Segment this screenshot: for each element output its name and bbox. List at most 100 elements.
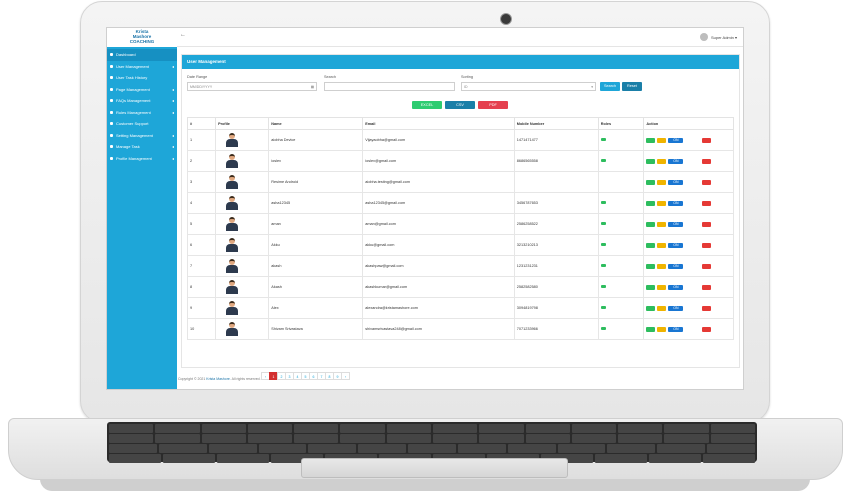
edit-icon[interactable] [657,305,667,311]
row-number: 10 [186,318,217,340]
status-toggle[interactable]: ON [668,158,684,164]
action-cell: ON [643,129,734,151]
date-range-label: Date Range [187,75,208,79]
status-toggle[interactable]: ON [668,242,684,248]
menu-icon [110,133,113,137]
delete-icon[interactable] [702,242,712,248]
action-cell: ON [643,276,734,298]
brand-logo: Krista Mashore COACHING [107,28,177,47]
edit-icon[interactable] [657,284,667,290]
status-toggle[interactable]: ON [668,263,684,269]
pdf-button[interactable]: PDF [478,101,508,109]
date-range-input[interactable]: MM/DD/YYYY ▦ [187,82,317,91]
key [507,444,556,453]
roles-icon[interactable] [600,243,606,246]
user-menu[interactable]: Super Admin ▾ [699,33,737,41]
edit-icon[interactable] [657,158,667,164]
user-name: Resime Android [268,171,364,193]
key [618,434,663,443]
user-email: akashpaw@gmail.com [362,255,515,277]
chevron-left-icon: ◂ [171,98,174,104]
roles-icon[interactable] [600,285,606,288]
delete-icon[interactable] [702,263,712,269]
menu-icon [110,76,113,80]
user-name: Akku [268,234,364,256]
laptop-deck [8,418,843,480]
edit-icon[interactable] [657,179,667,185]
search-button[interactable]: Search [600,82,620,91]
sidebar-item[interactable]: Customer Support [107,118,177,130]
excel-button[interactable]: EXCEL [412,101,442,109]
key [479,434,524,443]
status-toggle[interactable]: ON [668,200,684,206]
view-icon[interactable] [646,179,656,185]
sidebar-item[interactable]: Profile Management ◂ [107,153,177,165]
csv-button[interactable]: CSV [445,101,475,109]
calendar-icon[interactable]: ▦ [311,83,314,92]
delete-icon[interactable] [702,326,712,332]
user-email: akku@gmail.com [362,234,515,256]
key [386,424,431,433]
roles-cell [597,150,645,172]
view-icon[interactable] [646,263,656,269]
roles-icon[interactable] [600,222,606,225]
user-mobile: 2582582580 [513,276,599,298]
sorting-select[interactable]: ID ▾ [461,82,596,91]
edit-icon[interactable] [657,221,667,227]
avatar [226,301,239,315]
avatar-body [226,265,239,273]
avatar [226,259,239,273]
delete-icon[interactable] [702,137,712,143]
edit-icon[interactable] [657,263,667,269]
sidebar-item[interactable]: FAQs Management ◂ [107,95,177,107]
delete-icon[interactable] [702,284,712,290]
roles-icon[interactable] [600,327,606,330]
view-icon[interactable] [646,242,656,248]
delete-icon[interactable] [702,200,712,206]
topbar: ← Super Admin ▾ [177,28,743,47]
sidebar-item[interactable]: Rules Management ◂ [107,107,177,119]
search-input[interactable] [324,82,455,91]
sidebar-item-label: User Management [116,63,149,69]
roles-icon[interactable] [600,159,606,162]
sidebar-item[interactable]: Page Management ◂ [107,84,177,96]
status-toggle[interactable]: ON [668,137,684,143]
reset-button[interactable]: Reset [622,82,642,91]
back-arrow-icon[interactable]: ← [180,32,186,38]
status-toggle[interactable]: ON [668,305,684,311]
footer-brand-link[interactable]: Krista Mashore. [206,377,231,381]
user-name: Shivam Srivastava [268,318,364,340]
delete-icon[interactable] [702,221,712,227]
roles-icon[interactable] [600,306,606,309]
roles-icon[interactable] [600,138,606,141]
roles-icon[interactable] [600,201,606,204]
view-icon[interactable] [646,284,656,290]
sidebar-item[interactable]: User Task History [107,72,177,84]
view-icon[interactable] [646,200,656,206]
status-toggle[interactable]: ON [668,284,684,290]
view-icon[interactable] [646,158,656,164]
roles-icon[interactable] [600,264,606,267]
sidebar-item[interactable]: Manage Task ◂ [107,141,177,153]
edit-icon[interactable] [657,137,667,143]
key [109,434,154,443]
key [607,444,656,453]
sidebar-item[interactable]: Dashboard [107,49,177,61]
delete-icon[interactable] [702,179,712,185]
pagination-next[interactable]: › [341,372,350,380]
view-icon[interactable] [646,326,656,332]
profile-cell [215,129,270,151]
view-icon[interactable] [646,221,656,227]
delete-icon[interactable] [702,158,712,164]
edit-icon[interactable] [657,326,667,332]
sidebar-item[interactable]: Setting Management ◂ [107,130,177,142]
status-toggle[interactable]: ON [668,221,684,227]
sidebar-item[interactable]: User Management ◂ [107,61,177,73]
status-toggle[interactable]: ON [668,326,684,332]
view-icon[interactable] [646,305,656,311]
edit-icon[interactable] [657,200,667,206]
edit-icon[interactable] [657,242,667,248]
delete-icon[interactable] [702,305,712,311]
status-toggle[interactable]: ON [668,179,684,185]
view-icon[interactable] [646,137,656,143]
